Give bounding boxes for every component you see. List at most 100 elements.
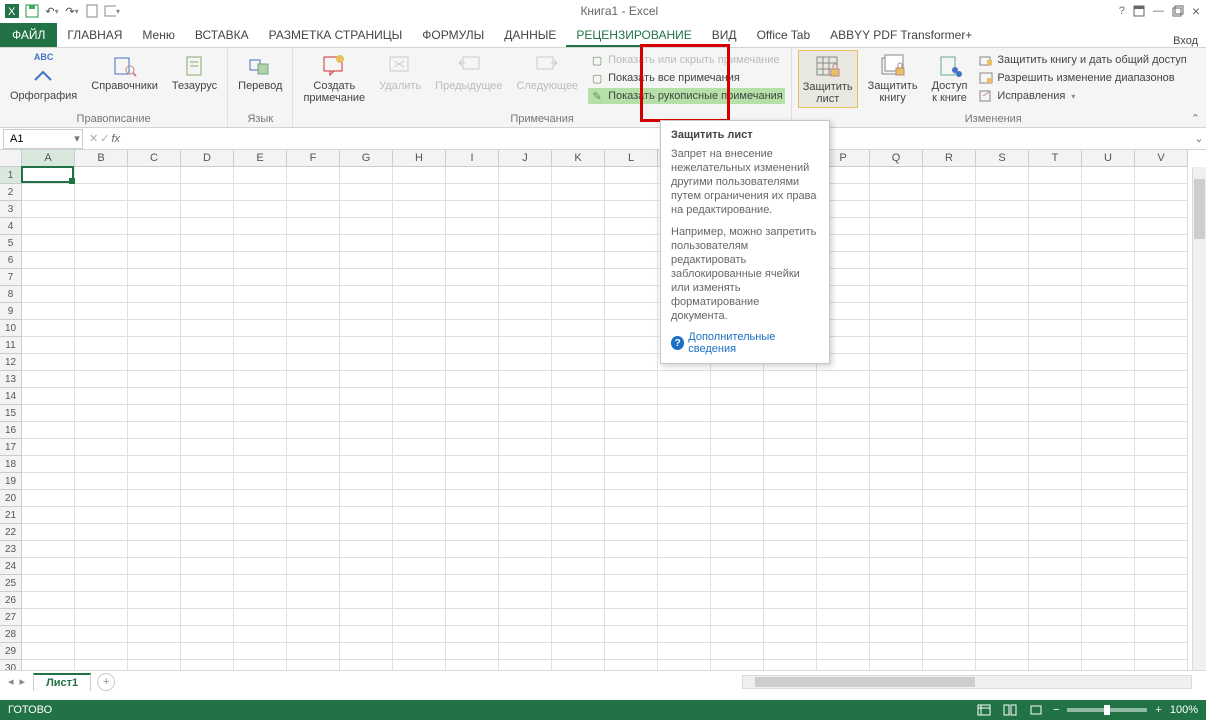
cell[interactable] (499, 184, 552, 201)
cell[interactable] (393, 456, 446, 473)
cell[interactable] (446, 235, 499, 252)
cell[interactable] (499, 643, 552, 660)
cell[interactable] (446, 184, 499, 201)
cell[interactable] (817, 490, 870, 507)
cell[interactable] (817, 592, 870, 609)
cell[interactable] (1135, 524, 1188, 541)
cell[interactable] (128, 524, 181, 541)
cell[interactable] (658, 558, 711, 575)
minimize-icon[interactable]: — (1153, 5, 1164, 17)
row-header[interactable]: 15 (0, 405, 22, 422)
cell[interactable] (1135, 184, 1188, 201)
cell[interactable] (499, 218, 552, 235)
cell[interactable] (181, 541, 234, 558)
cell[interactable] (128, 286, 181, 303)
column-header[interactable]: D (181, 150, 234, 167)
column-header[interactable]: T (1029, 150, 1082, 167)
cell[interactable] (340, 422, 393, 439)
name-box-dropdown-icon[interactable]: ▾ (72, 132, 82, 145)
cell[interactable] (817, 456, 870, 473)
cell[interactable] (923, 626, 976, 643)
cell[interactable] (817, 473, 870, 490)
cell[interactable] (340, 337, 393, 354)
cell[interactable] (817, 524, 870, 541)
cell[interactable] (1029, 626, 1082, 643)
cell[interactable] (923, 252, 976, 269)
cell[interactable] (393, 218, 446, 235)
cell[interactable] (976, 643, 1029, 660)
row-header[interactable]: 2 (0, 184, 22, 201)
cell[interactable] (658, 643, 711, 660)
allow-edit-ranges[interactable]: Разрешить изменение диапазонов (977, 70, 1188, 86)
cell[interactable] (181, 609, 234, 626)
cell[interactable] (181, 371, 234, 388)
cell[interactable] (287, 252, 340, 269)
cell[interactable] (128, 473, 181, 490)
protect-sheet-button[interactable]: Защитить лист (798, 50, 858, 108)
row-header[interactable]: 27 (0, 609, 22, 626)
cell[interactable] (1135, 354, 1188, 371)
cell[interactable] (234, 252, 287, 269)
cell[interactable] (1135, 388, 1188, 405)
cell[interactable] (1135, 609, 1188, 626)
cell[interactable] (22, 473, 75, 490)
cell[interactable] (446, 218, 499, 235)
cell[interactable] (128, 184, 181, 201)
cell[interactable] (552, 286, 605, 303)
cell[interactable] (287, 201, 340, 218)
cell[interactable] (499, 286, 552, 303)
cell[interactable] (22, 575, 75, 592)
row-header[interactable]: 22 (0, 524, 22, 541)
cell[interactable] (340, 235, 393, 252)
cell[interactable] (22, 286, 75, 303)
cell[interactable] (446, 422, 499, 439)
cell[interactable] (870, 422, 923, 439)
cell[interactable] (393, 405, 446, 422)
cell[interactable] (1082, 201, 1135, 218)
cell[interactable] (552, 371, 605, 388)
cell[interactable] (976, 371, 1029, 388)
cell[interactable] (1135, 507, 1188, 524)
cell[interactable] (870, 235, 923, 252)
column-header[interactable]: U (1082, 150, 1135, 167)
cell[interactable] (499, 354, 552, 371)
cell[interactable] (923, 592, 976, 609)
cell[interactable] (764, 422, 817, 439)
cell[interactable] (923, 167, 976, 184)
cell[interactable] (976, 507, 1029, 524)
cell[interactable] (976, 405, 1029, 422)
cell[interactable] (923, 337, 976, 354)
cell[interactable] (711, 490, 764, 507)
select-all-corner[interactable] (0, 150, 22, 167)
cell[interactable] (340, 626, 393, 643)
cell[interactable] (552, 541, 605, 558)
cell[interactable] (605, 575, 658, 592)
cell[interactable] (393, 286, 446, 303)
cell[interactable] (181, 490, 234, 507)
row-header[interactable]: 28 (0, 626, 22, 643)
cell[interactable] (711, 422, 764, 439)
cell[interactable] (128, 592, 181, 609)
cell[interactable] (1029, 320, 1082, 337)
cell[interactable] (605, 626, 658, 643)
cell[interactable] (817, 507, 870, 524)
spelling-button[interactable]: ABC Орфография (6, 50, 81, 104)
cell[interactable] (393, 320, 446, 337)
cell[interactable] (552, 184, 605, 201)
cell[interactable] (1029, 490, 1082, 507)
cell[interactable] (552, 218, 605, 235)
cell[interactable] (22, 439, 75, 456)
row-header[interactable]: 1 (0, 167, 22, 184)
cell[interactable] (923, 218, 976, 235)
cell[interactable] (393, 269, 446, 286)
cell[interactable] (764, 558, 817, 575)
cell[interactable] (287, 507, 340, 524)
cell[interactable] (22, 167, 75, 184)
cell[interactable] (605, 388, 658, 405)
cell[interactable] (446, 456, 499, 473)
cell[interactable] (870, 524, 923, 541)
cell[interactable] (976, 473, 1029, 490)
cell[interactable] (1029, 592, 1082, 609)
cell[interactable] (976, 626, 1029, 643)
column-header[interactable]: Q (870, 150, 923, 167)
